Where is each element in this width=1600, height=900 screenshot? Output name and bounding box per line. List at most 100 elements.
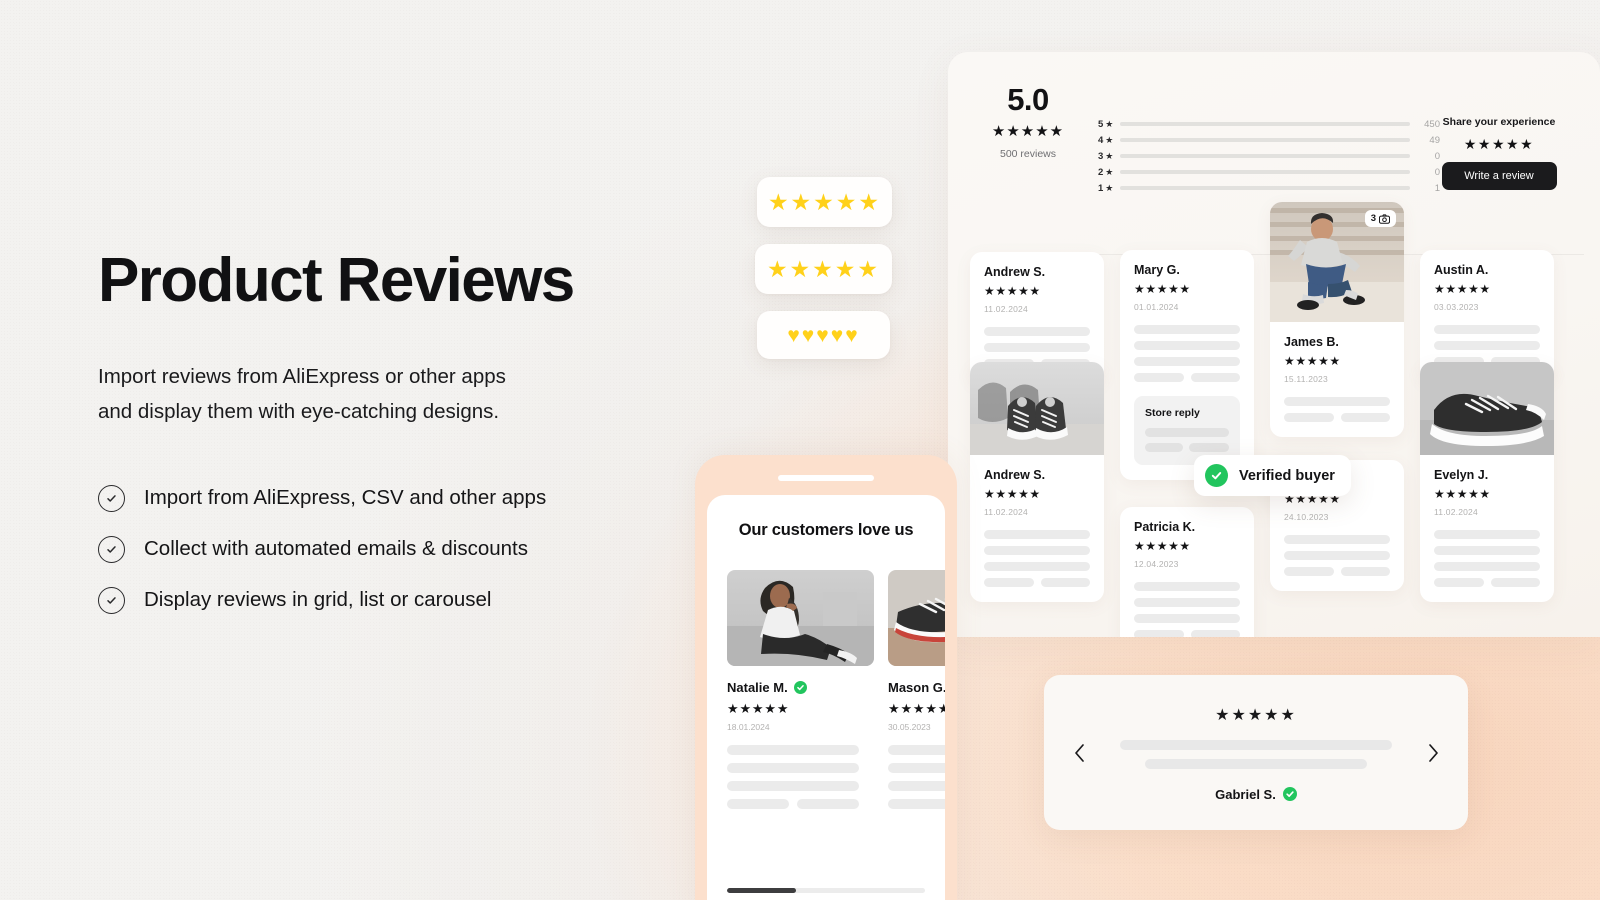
reviewer-name: Mason G. xyxy=(888,680,945,695)
chevron-left-icon[interactable] xyxy=(1066,740,1092,766)
review-card[interactable]: Mason G. ★★★★★ 30.05.2023 xyxy=(888,570,945,809)
text-line xyxy=(888,763,945,773)
reviewer-name: Mary G. xyxy=(1134,263,1240,277)
verified-check-icon xyxy=(793,681,807,694)
review-card[interactable]: Evelyn J. ★★★★★ 11.02.2024 xyxy=(1420,362,1554,602)
review-date: 30.05.2023 xyxy=(888,722,931,732)
rating-bar-label: 3 ★ xyxy=(1098,151,1120,162)
rating-bar-label: 2 ★ xyxy=(1098,167,1120,178)
review-text-placeholder xyxy=(888,745,945,809)
verified-buyer-label: Verified buyer xyxy=(1239,467,1335,484)
review-card-body: Mary G. ★★★★★ 01.01.2024 Store reply xyxy=(1120,250,1254,480)
review-text-placeholder xyxy=(1434,325,1540,366)
review-stars: ★★★★★ xyxy=(1284,354,1341,368)
average-score: 5.0 xyxy=(1007,82,1049,117)
review-stars: ★★★★★ xyxy=(1434,282,1491,296)
text-line xyxy=(1145,428,1229,437)
reviewer-name: Natalie M. xyxy=(727,680,874,695)
reviewer-name: Andrew S. xyxy=(984,468,1090,482)
text-line xyxy=(1191,630,1240,637)
review-card[interactable]: 3 James B. ★★★★★ 15.11.2023 xyxy=(1270,202,1404,437)
sharp-stars-badge[interactable]: ★★★★★ xyxy=(755,244,892,294)
text-line xyxy=(1191,373,1240,382)
review-stars: ★★★★★ xyxy=(984,487,1041,501)
review-photo[interactable] xyxy=(1420,362,1554,455)
feature-label: Display reviews in grid, list or carouse… xyxy=(144,588,492,612)
review-card-body: James B. ★★★★★ 15.11.2023 xyxy=(1270,322,1404,437)
check-circle-icon xyxy=(98,535,125,563)
review-photo[interactable] xyxy=(970,362,1104,455)
photo-count-badge[interactable]: 3 xyxy=(1364,210,1396,227)
review-stars: ★★★★★ xyxy=(1134,539,1191,553)
text-line xyxy=(1134,341,1240,350)
reviewer-name-text: Gabriel S. xyxy=(1215,786,1276,802)
review-date: 18.01.2024 xyxy=(727,722,770,732)
review-date: 12.04.2023 xyxy=(1134,559,1179,569)
review-text-placeholder xyxy=(1284,397,1390,422)
review-photo[interactable] xyxy=(727,570,874,666)
write-review-button[interactable]: Write a review xyxy=(1441,162,1557,190)
review-photo[interactable]: 3 xyxy=(1270,202,1404,322)
text-line xyxy=(797,799,859,809)
hero-copy: Product Reviews Import reviews from AliE… xyxy=(98,248,708,626)
bar-track xyxy=(1120,153,1410,159)
rating-bar-label: 4 ★ xyxy=(1098,135,1120,146)
review-stars: ★★★★★ xyxy=(1434,487,1491,501)
rounded-stars-badge[interactable]: ★★★★★ xyxy=(757,177,892,227)
bar-track xyxy=(1120,169,1410,175)
scrollbar-thumb[interactable] xyxy=(727,888,797,893)
review-date: 11.02.2024 xyxy=(984,507,1028,517)
carousel-stars: ★★★★★ xyxy=(1215,706,1297,724)
share-experience-title: Share your experience xyxy=(1442,116,1556,128)
phone-speaker xyxy=(778,475,874,481)
text-line xyxy=(984,578,1034,587)
text-line xyxy=(1284,535,1390,544)
star-icon: ★ xyxy=(1105,134,1114,145)
reviewer-name-text: Mason G. xyxy=(888,680,945,695)
review-card[interactable]: Natalie M. ★★★★★ 18.01.2024 xyxy=(727,570,874,809)
text-line xyxy=(1434,530,1540,539)
share-star-picker[interactable]: ★★★★★ xyxy=(1424,137,1574,151)
review-text-placeholder xyxy=(1434,530,1540,587)
verified-buyer-tooltip: Verified buyer xyxy=(1194,455,1351,496)
rating-bar-2[interactable]: 2 ★ 0 xyxy=(1098,164,1440,180)
review-photo[interactable] xyxy=(888,570,945,666)
phone-scrollbar[interactable] xyxy=(727,888,925,893)
text-line xyxy=(1434,325,1540,334)
bar-star-number: 1 xyxy=(1098,182,1104,194)
text-line xyxy=(984,343,1090,352)
rating-bar-3[interactable]: 3 ★ 0 xyxy=(1098,148,1440,164)
text-line xyxy=(1434,546,1540,555)
hearts-badge[interactable]: ♥♥♥♥♥ xyxy=(757,311,890,359)
phone-mockup: Our customers love us Natalie M. ★★★★★ 1… xyxy=(695,455,957,900)
phone-review-carousel[interactable]: Natalie M. ★★★★★ 18.01.2024 Mason G. ★★★… xyxy=(727,570,945,809)
bar-star-number: 3 xyxy=(1098,150,1104,162)
review-card[interactable]: Patricia K. ★★★★★ 12.04.2023 xyxy=(1120,507,1254,637)
chevron-right-icon[interactable] xyxy=(1420,740,1446,766)
share-experience-block: Share your experience ★★★★★ Write a revi… xyxy=(1424,116,1574,190)
review-stars: ★★★★★ xyxy=(1134,282,1191,296)
rating-bar-5[interactable]: 5 ★ 450 xyxy=(1098,116,1440,132)
bar-track xyxy=(1120,185,1410,191)
phone-widget-title: Our customers love us xyxy=(738,521,914,539)
text-line xyxy=(1134,582,1240,591)
rating-bar-1[interactable]: 1 ★ 1 xyxy=(1098,180,1440,196)
text-line xyxy=(727,763,859,773)
review-text-placeholder xyxy=(1134,325,1240,382)
reviews-count: 500 reviews xyxy=(999,148,1057,160)
hero-subcopy: Import reviews from AliExpress or other … xyxy=(98,359,708,430)
rating-bar-label: 5 ★ xyxy=(1098,119,1120,130)
rating-bar-4[interactable]: 4 ★ 49 xyxy=(1098,132,1440,148)
review-card[interactable]: Andrew S. ★★★★★ 11.02.2024 xyxy=(970,362,1104,602)
star-row-sharp: ★★★★★ xyxy=(766,255,881,282)
review-card[interactable]: Mary G. ★★★★★ 01.01.2024 Store reply xyxy=(1120,250,1254,480)
store-reply-title: Store reply xyxy=(1145,407,1200,419)
text-line xyxy=(1434,341,1540,350)
review-text-placeholder xyxy=(1284,535,1390,576)
text-line xyxy=(1284,567,1334,576)
review-stars: ★★★★★ xyxy=(984,284,1041,298)
review-date: 15.11.2023 xyxy=(1284,374,1328,384)
list-item: Display reviews in grid, list or carouse… xyxy=(98,575,708,626)
reviewer-name-text: Andrew S. xyxy=(984,468,1046,482)
text-line xyxy=(1284,413,1334,422)
